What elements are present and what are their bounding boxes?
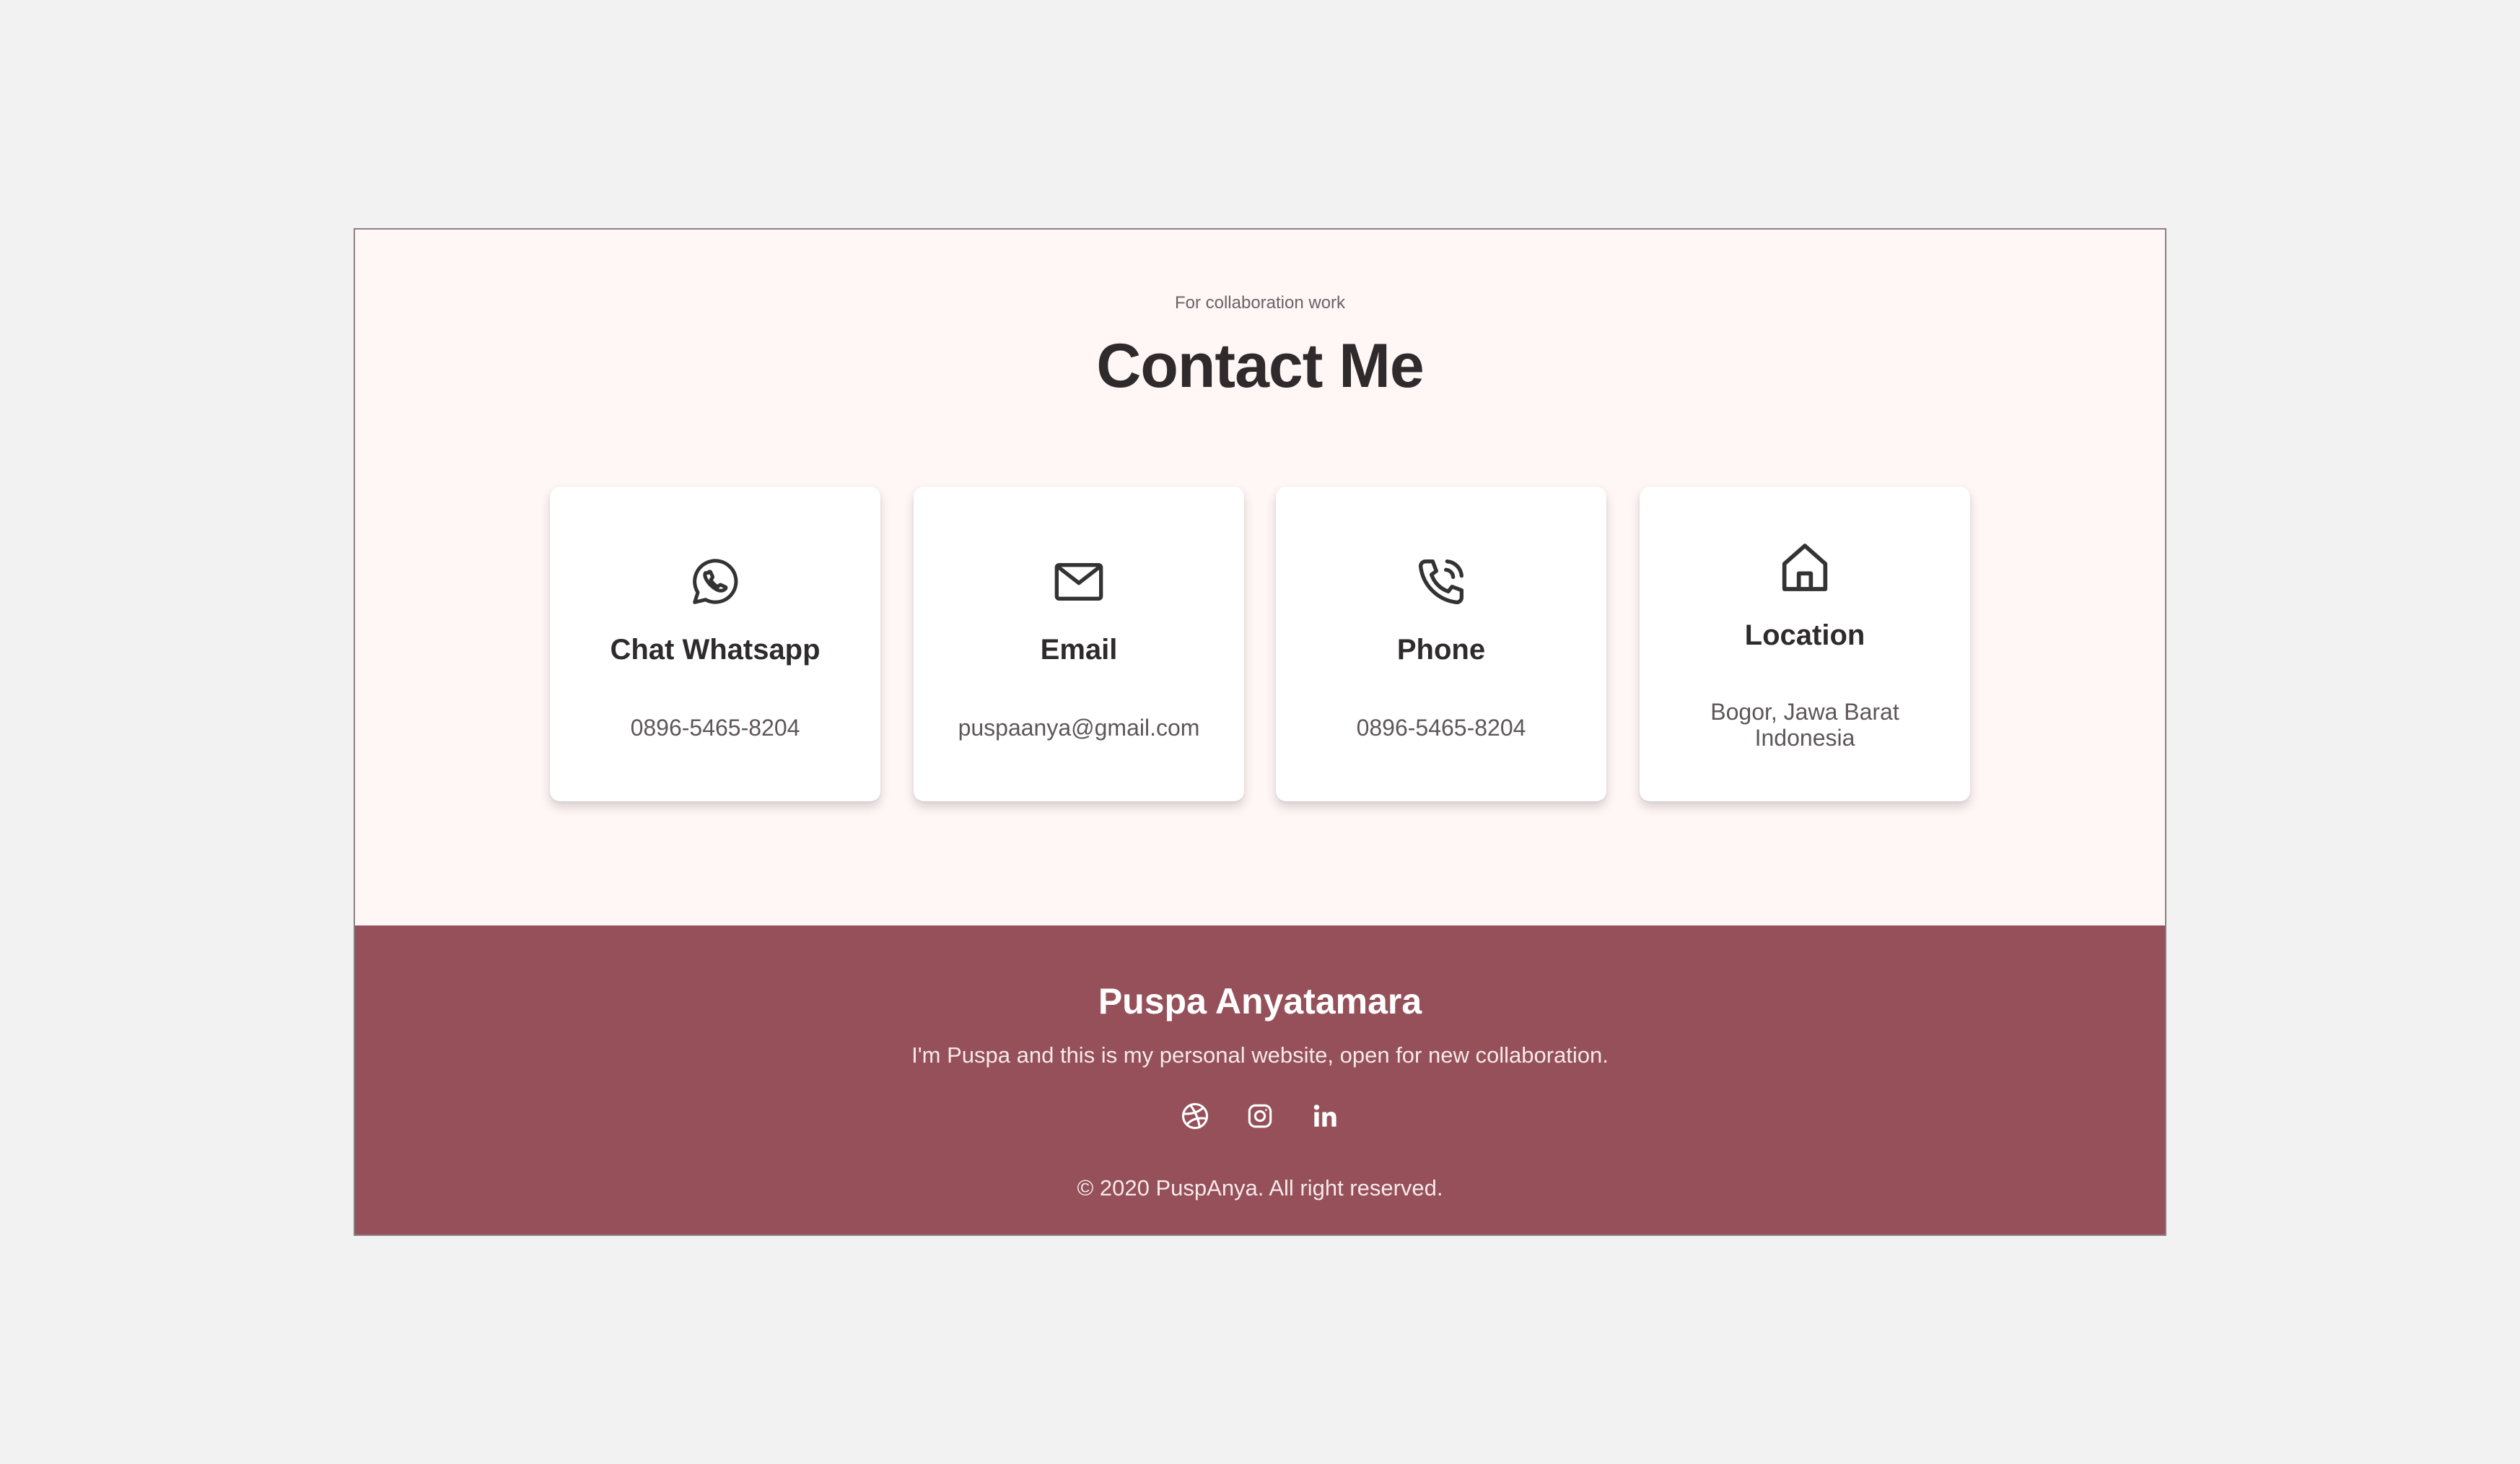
phone-icon <box>1412 553 1470 611</box>
footer-name: Puspa Anyatamara <box>1098 981 1422 1021</box>
card-title: Phone <box>1396 634 1486 666</box>
instagram-icon[interactable] <box>1244 1100 1276 1132</box>
mail-icon <box>1050 553 1108 611</box>
footer-tagline: I'm Puspa and this is my personal websit… <box>911 1042 1609 1068</box>
page-frame: For collaboration work Contact Me Chat W… <box>354 228 2166 1236</box>
card-title: Chat Whatsapp <box>610 634 821 666</box>
whatsapp-icon <box>686 553 744 611</box>
home-icon <box>1776 539 1834 596</box>
card-title: Email <box>1040 634 1118 666</box>
section-title: Contact Me <box>1096 331 1424 401</box>
contact-card-phone[interactable]: Phone 0896-5465-8204 <box>1276 487 1606 801</box>
contact-card-location[interactable]: Location Bogor, Jawa Barat Indonesia <box>1640 487 1970 801</box>
linkedin-icon[interactable] <box>1309 1100 1341 1132</box>
contact-card-whatsapp[interactable]: Chat Whatsapp 0896-5465-8204 <box>550 487 880 801</box>
contact-card-email[interactable]: Email puspaanya@gmail.com <box>914 487 1244 801</box>
copyright-text: © 2020 PuspAnya. All right reserved. <box>1077 1175 1443 1201</box>
card-value: puspaanya@gmail.com <box>958 715 1200 741</box>
card-value: 0896-5465-8204 <box>1356 715 1526 741</box>
dribbble-icon[interactable] <box>1179 1100 1211 1132</box>
social-links <box>355 1100 2165 1136</box>
card-value: 0896-5465-8204 <box>630 715 800 741</box>
section-eyebrow: For collaboration work <box>1174 293 1346 313</box>
card-value: Bogor, Jawa Barat Indonesia <box>1710 699 1899 751</box>
contact-section: For collaboration work Contact Me Chat W… <box>355 230 2165 925</box>
contact-cards: Chat Whatsapp 0896-5465-8204 Email puspa… <box>550 487 1973 801</box>
card-title: Location <box>1744 619 1865 651</box>
site-footer: Puspa Anyatamara I'm Puspa and this is m… <box>355 925 2165 1234</box>
